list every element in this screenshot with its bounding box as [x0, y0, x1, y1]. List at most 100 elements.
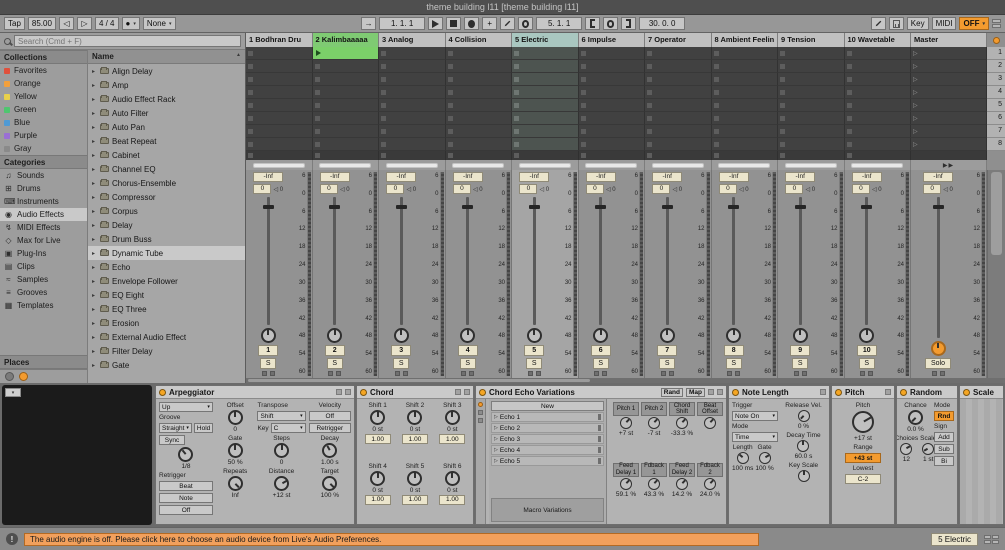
play-button[interactable] [428, 17, 444, 30]
midi-map-button[interactable]: MIDI [931, 17, 957, 30]
clip-slot[interactable] [645, 47, 712, 60]
collection-item[interactable]: Gray [0, 142, 87, 155]
clip-slot[interactable] [512, 99, 579, 112]
hotswap-icon[interactable] [455, 389, 461, 395]
scene-launch-slot[interactable]: ▷ [911, 86, 987, 99]
category-item[interactable]: ≡ Grooves [0, 286, 87, 299]
collection-item[interactable]: Favorites [0, 64, 87, 77]
expand-triangle-icon[interactable]: ▸ [92, 82, 97, 89]
volume-display[interactable]: -Inf [253, 172, 284, 182]
clip-slot[interactable] [844, 73, 911, 86]
clip-view-selector[interactable]: ▾ [5, 388, 21, 397]
device-list-item[interactable]: ▸ Echo [88, 260, 245, 274]
arp-steps-knob[interactable] [274, 443, 290, 458]
hotswap-icon[interactable] [885, 389, 891, 395]
device-list-item[interactable]: ▸ Align Delay [88, 64, 245, 78]
arp-decay-knob[interactable] [322, 443, 338, 458]
scene-launch-slot[interactable]: ▷ [911, 73, 987, 86]
clip-slot[interactable] [711, 99, 778, 112]
device-titlebar[interactable]: Chord Echo Variations Rand Map [476, 386, 726, 399]
category-item[interactable]: ◉ Audio Effects [0, 208, 87, 221]
clip-slot[interactable] [246, 125, 313, 138]
expand-triangle-icon[interactable]: ▸ [92, 306, 97, 313]
volume-display[interactable]: -Inf [652, 172, 683, 182]
clip-slot[interactable] [578, 125, 645, 138]
search-input[interactable] [14, 35, 241, 47]
fader-handle[interactable] [728, 205, 740, 209]
session-horizontal-scrollbar[interactable] [246, 378, 1005, 383]
device-list-item[interactable]: ▸ Filter Delay [88, 344, 245, 358]
clip-slot[interactable] [312, 73, 379, 86]
clip-slot[interactable] [379, 138, 446, 151]
length-mode-menu[interactable]: Time [732, 432, 778, 442]
macro-value[interactable]: +7 st [619, 430, 633, 437]
monitor-icon[interactable] [868, 371, 874, 376]
device-list-item[interactable]: ▸ EQ Eight [88, 288, 245, 302]
scene-number[interactable]: 6 [987, 112, 1005, 125]
rack-chain-row[interactable]: ▷ Echo 5 [491, 456, 604, 466]
clip-slot[interactable] [578, 60, 645, 73]
clip-slot[interactable] [512, 112, 579, 125]
crossfade-icon[interactable] [527, 371, 533, 376]
device-titlebar[interactable]: Pitch [832, 386, 894, 399]
key-map-button[interactable]: Key [906, 17, 929, 30]
pitch-value[interactable]: +17 st [854, 435, 872, 442]
device-titlebar[interactable]: Arpeggiator [156, 386, 354, 399]
arp-gate-value[interactable]: 50 % [228, 459, 243, 466]
track-header[interactable]: 10 Wavetable [844, 33, 911, 47]
clip-slot[interactable] [645, 138, 712, 151]
stop-all-clips-cell[interactable] [911, 151, 987, 160]
clip-slot[interactable] [512, 73, 579, 86]
clip-stop-button[interactable] [445, 151, 512, 160]
clip-slot[interactable] [379, 125, 446, 138]
clip-slot[interactable] [778, 60, 845, 73]
clip-slot[interactable] [778, 73, 845, 86]
pan-knob[interactable] [659, 328, 675, 343]
release-velocity-knob[interactable] [797, 410, 810, 422]
cue-icon[interactable] [931, 371, 937, 376]
rack-chain-row[interactable]: ▷ Echo 3 [491, 434, 604, 444]
volume-fader[interactable] [595, 197, 607, 325]
clip-slot[interactable] [844, 86, 911, 99]
clip-slot[interactable] [312, 99, 379, 112]
back-to-arrangement-cell[interactable] [911, 160, 987, 170]
expand-triangle-icon[interactable]: ▸ [92, 96, 97, 103]
automation-arm-button[interactable] [500, 17, 516, 30]
macro-knob[interactable] [676, 477, 688, 490]
clip-stop-button[interactable] [578, 151, 645, 160]
volume-fader[interactable] [262, 197, 274, 325]
clip-stop-button[interactable] [711, 151, 778, 160]
collection-item[interactable]: Blue [0, 116, 87, 129]
macro-value[interactable]: 24.0 % [700, 491, 720, 498]
clip-slot[interactable] [312, 112, 379, 125]
track-header[interactable]: 9 Tension [778, 33, 845, 47]
expand-triangle-icon[interactable]: ▸ [92, 180, 97, 187]
expand-triangle-icon[interactable]: ▸ [92, 250, 97, 257]
cpu-meter[interactable]: OFF [959, 17, 989, 30]
fader-handle[interactable] [462, 205, 474, 209]
sign-option-button[interactable]: Sub [934, 444, 954, 454]
expand-triangle-icon[interactable]: ▸ [92, 264, 97, 271]
pan-knob[interactable] [393, 328, 409, 343]
track-header[interactable]: 7 Operator [645, 33, 712, 47]
arp-retrigger-option-button[interactable]: Off [159, 505, 213, 515]
expand-triangle-icon[interactable]: ▸ [92, 194, 97, 201]
macro-knob[interactable] [648, 477, 660, 490]
clip-slot[interactable] [711, 86, 778, 99]
solo-button[interactable]: S [592, 358, 609, 369]
metronome-button[interactable]: ● [121, 17, 140, 30]
arp-steps-value[interactable]: 0 [280, 459, 284, 466]
master-track-header[interactable]: Master [911, 33, 987, 47]
clip-slot[interactable] [379, 47, 446, 60]
pan-knob[interactable] [859, 328, 875, 343]
shift-velocity-box[interactable]: 1.00 [401, 434, 428, 444]
scene-number[interactable]: 7 [987, 125, 1005, 138]
expand-triangle-icon[interactable]: ▸ [92, 166, 97, 173]
arp-rate-knob[interactable] [178, 447, 194, 462]
solo-button[interactable]: S [326, 358, 343, 369]
clip-stop-button[interactable] [512, 151, 579, 160]
clip-slot[interactable] [445, 99, 512, 112]
scale-value[interactable]: 1 st [923, 456, 933, 463]
key-scale-knob[interactable] [797, 470, 810, 482]
pan-knob[interactable] [726, 328, 742, 343]
